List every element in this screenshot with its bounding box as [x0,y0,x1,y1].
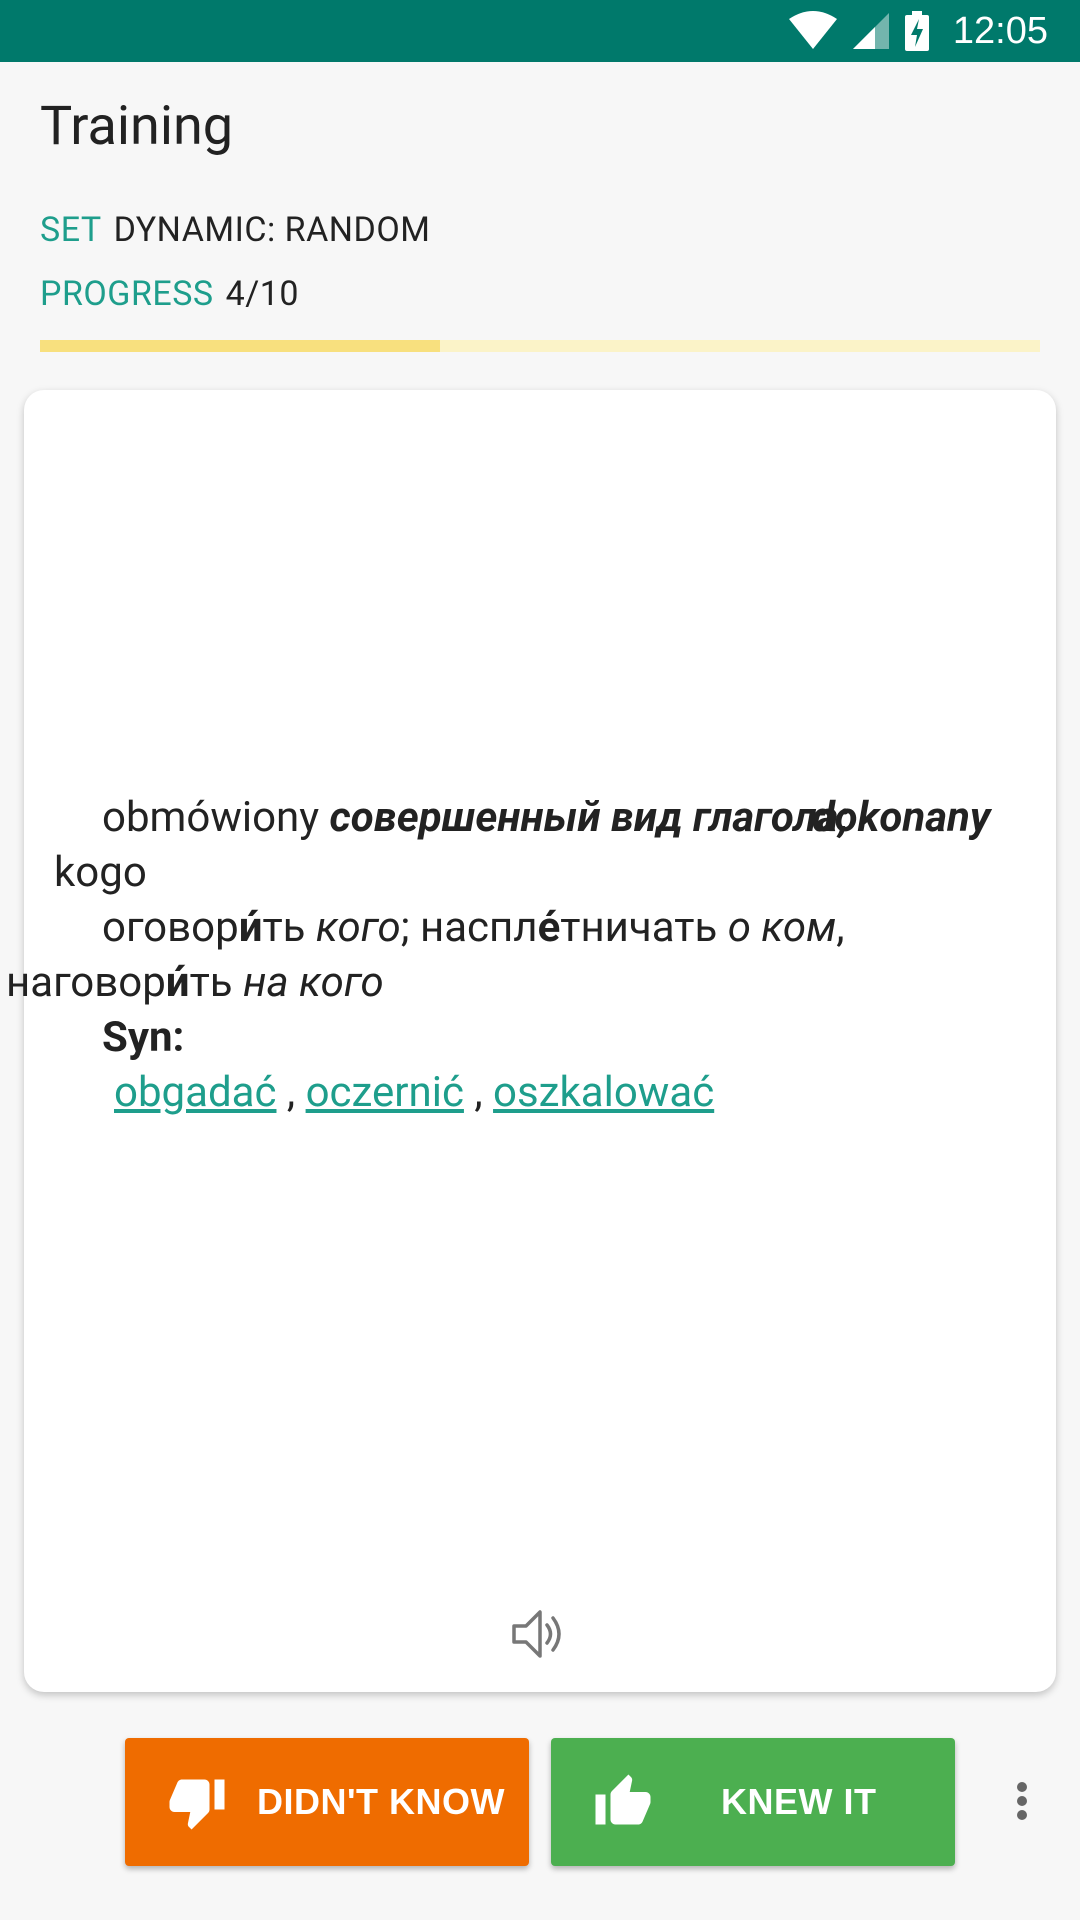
synonyms-list: obgadać , oczernić , oszkalować [54,1065,1014,1120]
definition-word-1-accent: и́ [238,903,263,952]
definition-object-3: на кого [243,958,384,1007]
set-value: DYNAMIC: RANDOM [113,210,431,250]
status-icons: 12:05 [788,0,1048,62]
synonym-link-obgadac[interactable]: obgadać [114,1068,276,1117]
definition-word-2-end: тничать [560,903,718,952]
synonym-link-oczernic[interactable]: oczernić [306,1068,464,1117]
definition-word-1: оговор [102,903,239,952]
thumbs-up-icon [595,1774,651,1825]
progress-value: 4/10 [225,274,299,314]
definition-line: оговори́ть кого; наспле́тничать о ком, н… [6,900,1014,1010]
definition-comma: , [836,903,845,952]
status-time: 12:05 [952,9,1048,52]
entry-header-line: obmówiony совершенный вид глагола; dokon… [54,790,1014,900]
speaker-icon[interactable] [510,1608,568,1660]
progress-row: PROGRESS 4/10 [40,274,299,314]
pos-russian: совершенный вид глагола; [329,793,850,842]
didnt-know-button[interactable]: DIDN'T KNOW [125,1738,529,1866]
battery-charging-icon [904,11,929,51]
more-vert-icon[interactable] [1010,1778,1034,1826]
knew-it-label: KNEW IT [721,1781,877,1822]
wifi-icon [788,11,837,49]
definition-object-1: кого [315,903,401,952]
definition-word-2: ; наспл [400,903,538,952]
set-label: SET [40,210,102,250]
definition-word-3-end: ть [189,958,233,1007]
progress-bar [40,340,1040,352]
page-title: Training [40,95,234,158]
synonyms-label: Syn: [102,1013,185,1062]
definition-word-3: наговор [6,958,166,1007]
pos-polish: dokonany [811,793,991,842]
thumbs-down-icon [169,1779,225,1830]
synonym-link-oszkalowac[interactable]: oszkalować [493,1068,714,1117]
definition-word-1-end: ть [262,903,306,952]
progress-label: PROGRESS [40,274,214,314]
set-row: SET DYNAMIC: RANDOM [40,210,430,250]
definition-word-2-accent: е́ [537,903,561,952]
pos-object: kogo [54,848,147,897]
knew-it-button[interactable]: KNEW IT [551,1738,955,1866]
dot [1017,1796,1027,1806]
definition-word-3-accent: и́ [165,958,190,1007]
definition-object-2: о ком [727,903,837,952]
progress-bar-fill [40,340,440,352]
signal-icon [852,13,889,49]
dot [1017,1810,1027,1820]
dictionary-entry: obmówiony совершенный вид глагола; dokon… [6,790,1014,1120]
synonym-separator: , [286,1068,296,1117]
synonym-separator: , [474,1068,483,1117]
flashcard[interactable]: obmówiony совершенный вид глагола; dokon… [6,390,1056,1692]
status-bar: 12:05 [0,0,1080,62]
dot [1017,1782,1027,1792]
headword: obmówiony [102,793,320,842]
didnt-know-label: DIDN'T KNOW [257,1781,506,1822]
